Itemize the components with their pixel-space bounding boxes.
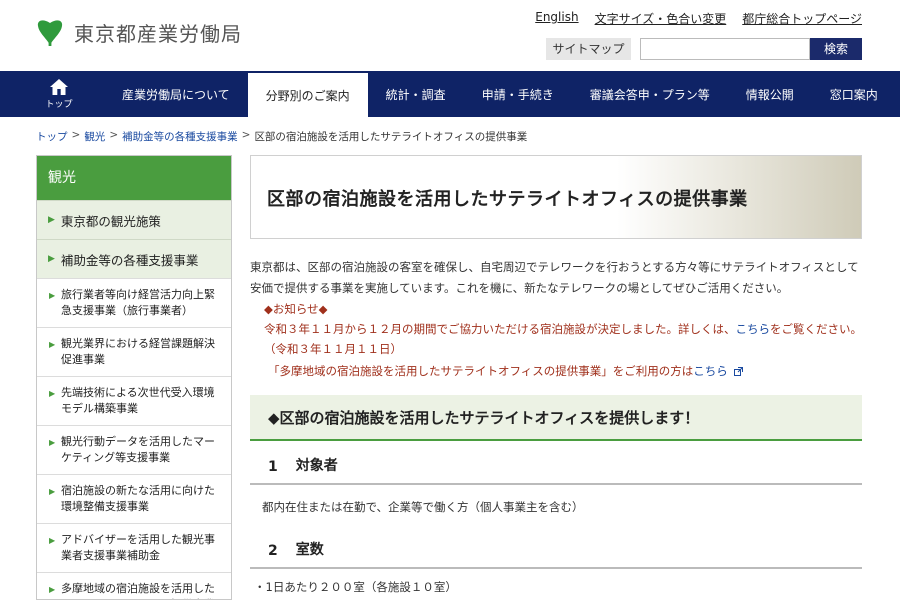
sidebar-item-subsidies[interactable]: ▶ 補助金等の各種支援事業 [37,239,231,278]
triangle-right-icon: ▶ [48,215,55,225]
tama-link[interactable]: こちら [693,364,728,378]
nav-applications[interactable]: 申請・手続き [464,71,572,117]
triangle-right-icon: ▶ [49,389,56,398]
triangle-right-icon: ▶ [48,254,55,264]
sidebar-subitem-label: アドバイザーを活用した観光事業者支援事業補助金 [61,533,215,562]
triangle-right-icon: ▶ [49,438,56,447]
section-rooms-heading: 2 室数 [250,525,862,569]
sidebar-subitem-label: 先端技術による次世代受入環境モデル構築事業 [61,386,215,415]
sidebar-item-tourism-policy[interactable]: ▶ 東京都の観光施策 [37,200,231,239]
breadcrumb-tourism[interactable]: 観光 [84,129,105,144]
search-input[interactable] [640,38,810,60]
section-number: 1 [268,459,278,475]
sidebar-subitem-tourism-data[interactable]: ▶ 観光行動データを活用したマーケティング等支援事業 [37,425,231,474]
sidebar-subitem-tama-satellite-office[interactable]: ▶ 多摩地域の宿泊施設を活用したサテライトオフィスの提供事業 [37,572,231,599]
sidebar-subitem-label: 観光行動データを活用したマーケティング等支援事業 [61,435,215,464]
english-link[interactable]: English [535,10,578,27]
page-title-box: 区部の宿泊施設を活用したサテライトオフィスの提供事業 [250,155,862,239]
notice-heading: ◆お知らせ◆ [264,302,328,316]
triangle-right-icon: ▶ [49,487,56,496]
triangle-right-icon: ▶ [49,340,56,349]
font-size-color-link[interactable]: 文字サイズ・色合い変更 [595,10,727,27]
section-title: 対象者 [295,458,338,474]
sidebar-subitem-lodging-new-use[interactable]: ▶ 宿泊施設の新たな活用に向けた環境整備支援事業 [37,474,231,523]
sitemap-button[interactable]: サイトマップ [546,38,631,60]
breadcrumb-subsidies[interactable]: 補助金等の各種支援事業 [122,129,238,144]
nav-home-label: トップ [45,100,73,110]
section-rooms-text: ・1日あたり２００室（各施設１０室） [254,580,457,594]
breadcrumb-separator: > [71,129,81,141]
tama-notice-text: 「多摩地域の宿泊施設を活用したサテライトオフィスの提供事業」をご利用の方は [268,364,694,378]
external-link-icon [734,367,744,376]
section-target-text: 都内在住または在勤で、企業等で働く方（個人事業主を含む） [262,500,584,514]
nav-about[interactable]: 産業労働局について [104,71,248,117]
nav-council-plans[interactable]: 審議会答申・プラン等 [572,71,728,117]
breadcrumb-separator: > [241,129,251,141]
sidebar: 観光 ▶ 東京都の観光施策 ▶ 補助金等の各種支援事業 ▶ 旅行業者等向け経営活… [36,155,232,600]
triangle-right-icon: ▶ [49,585,56,594]
sidebar-subitem-management-issues[interactable]: ▶ 観光業界における経営課題解決促進事業 [37,327,231,376]
metro-top-link[interactable]: 都庁総合トップページ [742,10,862,27]
tama-notice: 「多摩地域の宿泊施設を活用したサテライトオフィスの提供事業」をご利用の方はこちら [250,361,862,381]
breadcrumb: トップ > 観光 > 補助金等の各種支援事業 > 区部の宿泊施設を活用したサテラ… [36,129,527,144]
section-title: 室数 [295,542,324,558]
triangle-right-icon: ▶ [49,536,56,545]
site-logo[interactable]: 東京都産業労働局 [36,17,242,47]
intro-text: 東京都は、区部の宿泊施設の客室を確保し、自宅周辺でテレワークを行おうとする方々等… [250,260,859,295]
sidebar-item-label: 補助金等の各種支援事業 [60,252,199,268]
sidebar-subitem-label: 旅行業者等向け経営活力向上緊急支援事業（旅行事業者） [61,288,215,317]
nav-disclosure[interactable]: 情報公開 [728,71,812,117]
breadcrumb-separator: > [109,129,119,141]
main-content: 区部の宿泊施設を活用したサテライトオフィスの提供事業 東京都は、区部の宿泊施設の… [250,155,862,595]
sidebar-subitem-travel-agency-support[interactable]: ▶ 旅行業者等向け経営活力向上緊急支援事業（旅行事業者） [37,278,231,327]
triangle-right-icon: ▶ [49,291,56,300]
section-target-heading: 1 対象者 [250,441,862,485]
sidebar-subitem-label: 宿泊施設の新たな活用に向けた環境整備支援事業 [61,484,215,513]
notice-details-link[interactable]: こちら [736,322,771,336]
page-title: 区部の宿泊施設を活用したサテライトオフィスの提供事業 [267,189,748,210]
utility-links: English 文字サイズ・色合い変更 都庁総合トップページ [535,10,862,27]
site-name: 東京都産業労働局 [74,21,242,46]
breadcrumb-top[interactable]: トップ [36,129,68,144]
tokyo-ginkgo-logo-icon [37,20,63,46]
sidebar-subitem-label: 観光業界における経営課題解決促進事業 [61,337,215,366]
notice-text: 令和３年１１月から１２月の期間でご協力いただける宿泊施設が決定しました。詳しくは… [250,319,862,359]
section-number: 2 [268,543,278,559]
nav-statistics[interactable]: 統計・調査 [368,71,464,117]
site-header: 東京都産業労働局 English 文字サイズ・色合い変更 都庁総合トップページ … [0,0,900,71]
home-icon [50,79,68,95]
search-button[interactable]: 検索 [810,38,862,60]
breadcrumb-current: 区部の宿泊施設を活用したサテライトオフィスの提供事業 [254,131,528,143]
sidebar-subitem-advisor-subsidy[interactable]: ▶ アドバイザーを活用した観光事業者支援事業補助金 [37,523,231,572]
global-nav: トップ 産業労働局について 分野別のご案内 統計・調査 申請・手続き 審議会答申… [0,71,900,117]
sidebar-heading[interactable]: 観光 [37,156,231,200]
sidebar-subitem-advanced-tech[interactable]: ▶ 先端技術による次世代受入環境モデル構築事業 [37,376,231,425]
nav-contact[interactable]: 窓口案内 [812,71,896,117]
nav-home[interactable]: トップ [14,71,104,117]
section-heading: ◆区部の宿泊施設を活用したサテライトオフィスを提供します！ [250,395,862,441]
sidebar-subitem-label: 多摩地域の宿泊施設を活用したサテライトオフィスの提供事業 [61,582,215,599]
sidebar-item-label: 東京都の観光施策 [60,213,161,229]
nav-by-field[interactable]: 分野別のご案内 [247,71,368,117]
notice-body-text: 令和３年１１月から１２月の期間でご協力いただける宿泊施設が決定しました。詳しくは… [264,322,736,336]
